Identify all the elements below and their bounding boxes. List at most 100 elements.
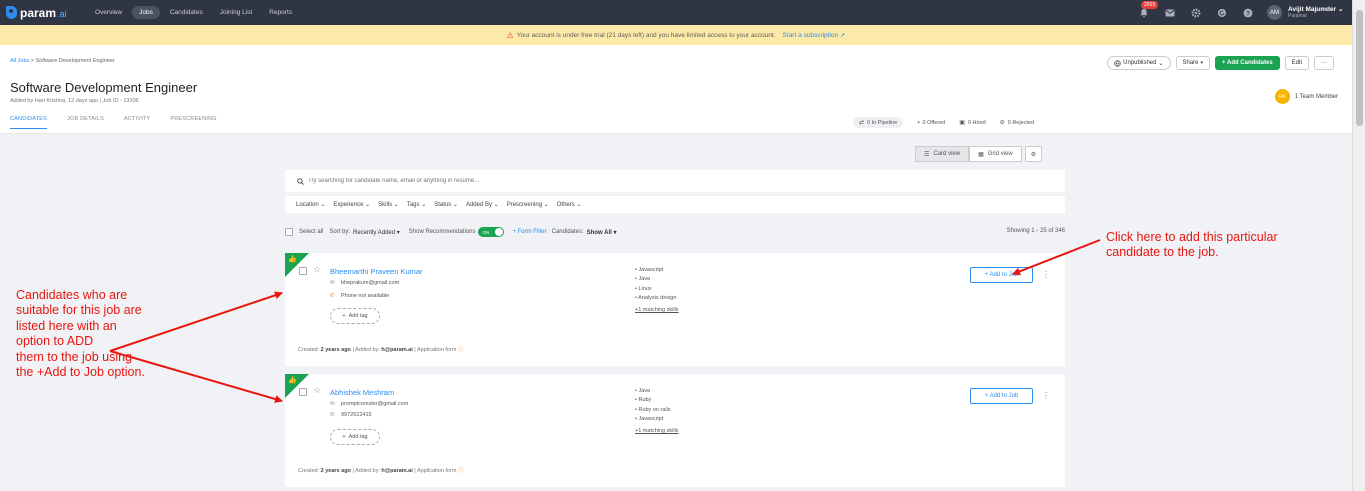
nav-jobs[interactable]: Jobs (132, 6, 160, 19)
settings-button[interactable] (1189, 6, 1203, 20)
candidate-name[interactable]: Bheemarthi Praveen Kumar (330, 267, 423, 276)
svg-text:?: ? (1246, 10, 1250, 17)
filter-bar: Location ⌄ Experience ⌄ Skills ⌄ Tags ⌄ … (285, 195, 1065, 213)
annotation-line: candidate to the job. (1106, 245, 1219, 260)
breadcrumb-current: Software Development Engineer (35, 58, 115, 64)
nav-reports[interactable]: Reports (262, 6, 299, 19)
select-all-label: Select all (299, 229, 324, 235)
logo-mark-icon (6, 6, 17, 19)
scrollbar-thumb[interactable] (1356, 10, 1363, 126)
help-button[interactable]: ? (1241, 6, 1255, 20)
pipeline-stats: ⇄ 0 In Pipeline ▪ 0 Offered ▣ 0 Hired ⊘ 0 Re… (853, 117, 1048, 128)
team-members[interactable]: HK 1 Team Member (1274, 89, 1338, 104)
nav-overview[interactable]: Overview (88, 6, 129, 19)
sort-by-dropdown[interactable]: Recently Added ▾ (353, 229, 400, 236)
page-scrollbar[interactable] (1352, 0, 1365, 491)
stat-offered[interactable]: ▪ 0 Offered (917, 120, 945, 126)
publish-status-dropdown[interactable]: Unpublished ⌄ (1107, 56, 1171, 70)
add-candidates-button[interactable]: + Add Candidates (1215, 56, 1280, 70)
tab-prescreening[interactable]: PRESCREENING (170, 116, 216, 129)
brand-suffix: .ai (57, 8, 67, 19)
skills-list: • Java • Ruby • Ruby on rails • Javascri… (635, 387, 679, 436)
annotation-right: Click here to add this particular candid… (1106, 230, 1278, 261)
user-org: Paramai (1288, 12, 1307, 19)
trial-alert-bar: ⚠ Your account is under free trial (21 d… (0, 25, 1352, 45)
add-tag-button[interactable]: + Add tag (330, 429, 380, 445)
refresh-button[interactable] (1215, 6, 1229, 20)
thumbs-up-icon: 👍 (288, 256, 297, 263)
stat-rejected[interactable]: ⊘ 0 Rejected (1000, 119, 1034, 127)
tab-activity[interactable]: ACTIVITY (124, 116, 150, 129)
kebab-menu-icon[interactable]: ⋮ (1042, 391, 1050, 400)
card-view-button[interactable]: ☰ Card view (915, 146, 970, 162)
filter-added-by[interactable]: Added By ⌄ (466, 201, 499, 208)
info-icon[interactable]: ⓘ (458, 468, 464, 474)
star-icon[interactable]: ☆ (313, 264, 321, 275)
user-menu[interactable]: Avijit Majumder ⌄ Paramai (1288, 6, 1346, 20)
mail-icon: ✉ (330, 401, 335, 407)
candidate-email: promptcomster@gmail.com (341, 401, 409, 407)
candidate-checkbox[interactable] (299, 267, 307, 275)
tab-job-details[interactable]: JOB DETAILS (67, 116, 104, 129)
publish-status-label: Unpublished (1123, 60, 1157, 66)
nav-joining-list[interactable]: Joining List (213, 6, 260, 19)
gear-icon (1191, 7, 1201, 18)
created-time: 2 years ago (320, 468, 351, 474)
candidate-name[interactable]: Abhishek Meshram (330, 388, 394, 397)
start-subscription-link[interactable]: Start a subscription ➚ (783, 31, 846, 39)
search-icon (297, 177, 304, 185)
show-recommendations-label: Show Recommendations (408, 229, 476, 235)
skill-item: • Linux (635, 285, 652, 292)
candidates-filter-dropdown[interactable]: Show All ▾ (587, 229, 617, 236)
stat-in-pipeline[interactable]: ⇄ 0 In Pipeline (853, 117, 904, 128)
mail-button[interactable] (1163, 6, 1177, 20)
star-icon[interactable]: ☆ (313, 385, 321, 396)
created-time: 2 years ago (320, 347, 351, 353)
skill-item: • Ruby on rails (635, 406, 671, 413)
more-skills-link[interactable]: +1 matching skills (635, 306, 679, 315)
stat-hired[interactable]: ▣ 0 Hired (959, 119, 985, 127)
add-to-job-button[interactable]: + Add to Job (970, 388, 1033, 404)
nav-candidates[interactable]: Candidates (163, 6, 210, 19)
help-icon: ? (1243, 8, 1253, 17)
candidate-footer: Created: 2 years ago | Added by: h@param… (298, 347, 464, 353)
added-by: h@param.ai (381, 468, 413, 474)
annotation-line: Click here to add this particular (1106, 230, 1278, 244)
filter-experience[interactable]: Experience ⌄ (333, 201, 370, 208)
kebab-menu-icon[interactable]: ⋮ (1042, 270, 1050, 279)
breadcrumb-all-jobs[interactable]: All Jobs (10, 58, 29, 64)
more-options-button[interactable]: ··· (1314, 56, 1334, 70)
bell-icon (1140, 8, 1148, 17)
logo[interactable]: param .ai (6, 6, 88, 20)
filter-others[interactable]: Others ⌄ (557, 201, 582, 208)
more-skills-link[interactable]: +1 matching skills (635, 427, 679, 436)
filter-status[interactable]: Status ⌄ (434, 201, 458, 208)
filter-prescreening[interactable]: Prescreening ⌄ (507, 201, 549, 208)
search-input[interactable] (308, 178, 908, 184)
notifications-button[interactable]: 2659 (1137, 0, 1159, 20)
info-icon[interactable]: ⓘ (458, 347, 464, 353)
candidate-checkbox[interactable] (299, 388, 307, 396)
tab-candidates[interactable]: CANDIDATES (10, 116, 48, 129)
share-button[interactable]: Share ▾ (1175, 56, 1211, 70)
added-by: h@param.ai (381, 347, 413, 353)
breadcrumb: All Jobs > Software Development Engineer (10, 58, 115, 64)
form-filter-link[interactable]: + Form Filter (512, 229, 546, 235)
filter-location[interactable]: Location ⌄ (296, 201, 325, 208)
filter-tags[interactable]: Tags ⌄ (407, 201, 426, 208)
add-to-job-button[interactable]: + Add to Job (970, 267, 1033, 283)
user-avatar[interactable]: AM (1267, 5, 1282, 20)
view-settings-button[interactable]: ⚙ (1024, 146, 1043, 162)
annotation-line: listed here with an (16, 318, 117, 333)
grid-icon: ▦ (978, 151, 984, 158)
select-all-checkbox[interactable] (285, 228, 293, 236)
filter-skills[interactable]: Skills ⌄ (378, 201, 399, 208)
pipeline-icon: ⇄ (859, 120, 865, 126)
candidate-card: 👍 ☆ Abhishek Meshram ✉ promptcomster@gmai… (285, 374, 1065, 487)
page-title: Software Development Engineer (10, 80, 198, 95)
edit-button[interactable]: Edit (1284, 56, 1309, 70)
add-tag-button[interactable]: + Add tag (330, 308, 380, 324)
recommendations-toggle[interactable]: ON (478, 227, 505, 237)
grid-view-button[interactable]: ▦ Grid view (969, 146, 1022, 162)
candidates-filter-label: Candidates: (551, 229, 584, 235)
